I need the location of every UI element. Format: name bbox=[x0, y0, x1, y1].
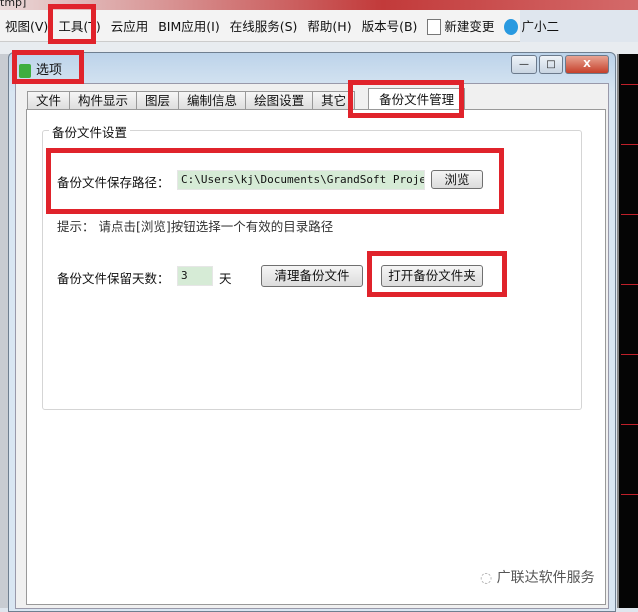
menu-online-service[interactable]: 在线服务(S) bbox=[225, 16, 303, 35]
assistant-icon bbox=[504, 19, 519, 36]
days-field[interactable]: 3 bbox=[177, 266, 213, 286]
backup-path-field[interactable]: C:\Users\kj\Documents\GrandSoft Projects… bbox=[177, 170, 425, 190]
close-button[interactable]: X bbox=[565, 55, 609, 74]
app-title: tmp] bbox=[0, 0, 27, 9]
tab-layer[interactable]: 图层 bbox=[136, 91, 180, 110]
menu-version[interactable]: 版本号(B) bbox=[357, 16, 423, 35]
watermark-text: 广联达软件服务 bbox=[496, 570, 595, 586]
group-title: 备份文件设置 bbox=[49, 122, 131, 141]
backup-settings-group: 备份文件设置 备份文件保存路径： C:\Users\kj\Documents\G… bbox=[42, 122, 582, 410]
drawing-canvas[interactable] bbox=[617, 54, 638, 608]
clean-backup-button[interactable]: 清理备份文件 bbox=[261, 265, 363, 287]
tab-edit-info[interactable]: 编制信息 bbox=[178, 91, 247, 110]
tab-component-display[interactable]: 构件显示 bbox=[69, 91, 138, 110]
options-dialog: 选项 — □ X 文件 构件显示 图层 编制信息 绘图设置 其它 备份文件管理 … bbox=[8, 52, 616, 612]
menu-help[interactable]: 帮助(H) bbox=[302, 16, 356, 35]
tab-panel: 备份文件设置 备份文件保存路径： C:\Users\kj\Documents\G… bbox=[26, 109, 606, 605]
menu-bim[interactable]: BIM应用(I) bbox=[153, 16, 225, 35]
tab-backup-management[interactable]: 备份文件管理 bbox=[368, 88, 466, 111]
maximize-button[interactable]: □ bbox=[539, 55, 563, 74]
menu-assistant[interactable]: 广小二 bbox=[499, 16, 564, 36]
hint-text: 提示： 请点击[浏览]按钮选择一个有效的目录路径 bbox=[57, 219, 334, 234]
tab-bar: 文件 构件显示 图层 编制信息 绘图设置 其它 备份文件管理 bbox=[27, 88, 466, 111]
tab-file[interactable]: 文件 bbox=[27, 91, 71, 110]
menu-cloud[interactable]: 云应用 bbox=[106, 16, 154, 35]
days-label: 备份文件保留天数： bbox=[57, 271, 170, 286]
browse-button[interactable]: 浏览 bbox=[431, 170, 483, 189]
app-title-bar: tmp] bbox=[0, 0, 638, 10]
menu-view[interactable]: 视图(V) bbox=[0, 16, 53, 35]
menu-new-change-label: 新建变更 bbox=[444, 18, 495, 34]
dialog-title-text: 选项 bbox=[36, 63, 63, 78]
menu-assistant-label: 广小二 bbox=[521, 18, 559, 34]
minimize-button[interactable]: — bbox=[511, 55, 537, 74]
tab-other[interactable]: 其它 bbox=[312, 91, 356, 110]
wechat-icon: ◌ bbox=[480, 570, 497, 586]
path-label: 备份文件保存路径： bbox=[57, 175, 170, 190]
watermark: ◌ 广联达软件服务 bbox=[480, 567, 595, 587]
tab-drawing-settings[interactable]: 绘图设置 bbox=[245, 91, 314, 110]
options-icon bbox=[19, 63, 31, 78]
document-icon bbox=[427, 19, 442, 36]
dialog-title: 选项 bbox=[19, 59, 62, 78]
menu-bar: 视图(V) 工具(T) 云应用 BIM应用(I) 在线服务(S) 帮助(H) 版… bbox=[0, 10, 559, 42]
menu-tools[interactable]: 工具(T) bbox=[53, 16, 105, 35]
days-unit: 天 bbox=[219, 271, 232, 286]
open-backup-folder-button[interactable]: 打开备份文件夹 bbox=[381, 265, 483, 287]
menu-new-change[interactable]: 新建变更 bbox=[422, 16, 499, 36]
